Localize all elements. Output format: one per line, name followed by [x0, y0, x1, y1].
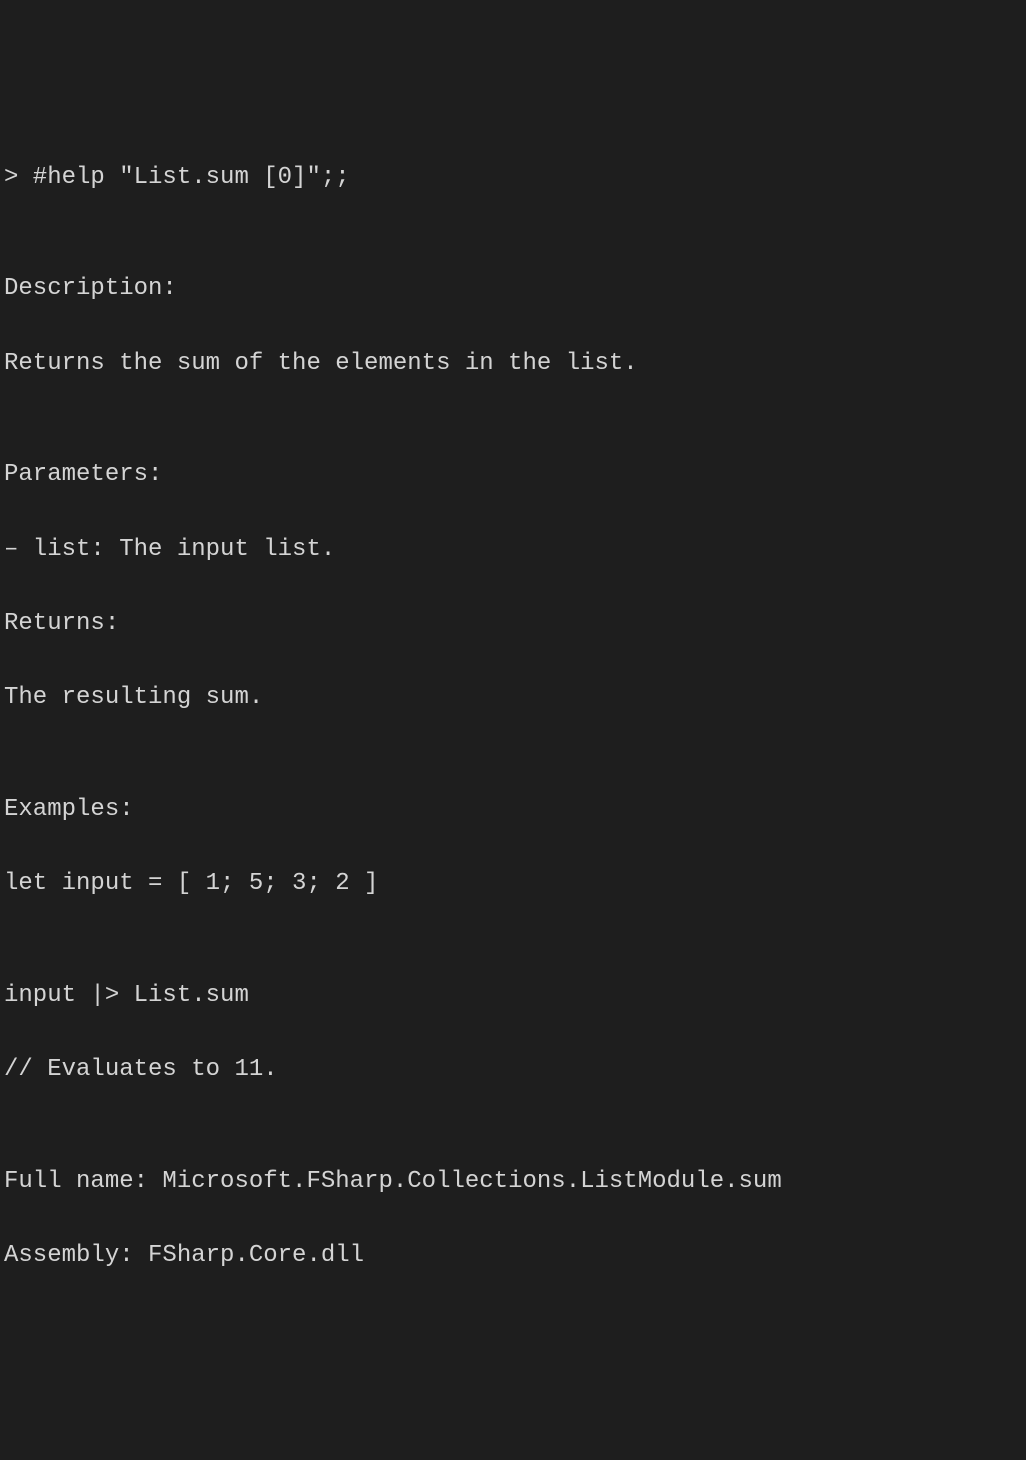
example-code-line: input |> List.sum — [4, 977, 1022, 1014]
parameter-item: – list: The input list. — [4, 531, 1022, 568]
returns-header: Returns: — [4, 605, 1022, 642]
assembly: Assembly: FSharp.Core.dll — [4, 1237, 1022, 1274]
example-code-line: let input = [ 1; 5; 3; 2 ] — [4, 865, 1022, 902]
repl-command: > #help "List.sum [0]";; — [4, 159, 1022, 196]
examples-header: Examples: — [4, 791, 1022, 828]
description-text: Returns the sum of the elements in the l… — [4, 345, 1022, 382]
full-name: Full name: Microsoft.FSharp.Collections.… — [4, 1163, 1022, 1200]
example-comment-line: // Evaluates to 11. — [4, 1051, 1022, 1088]
description-header: Description: — [4, 270, 1022, 307]
returns-text: The resulting sum. — [4, 679, 1022, 716]
parameters-header: Parameters: — [4, 456, 1022, 493]
